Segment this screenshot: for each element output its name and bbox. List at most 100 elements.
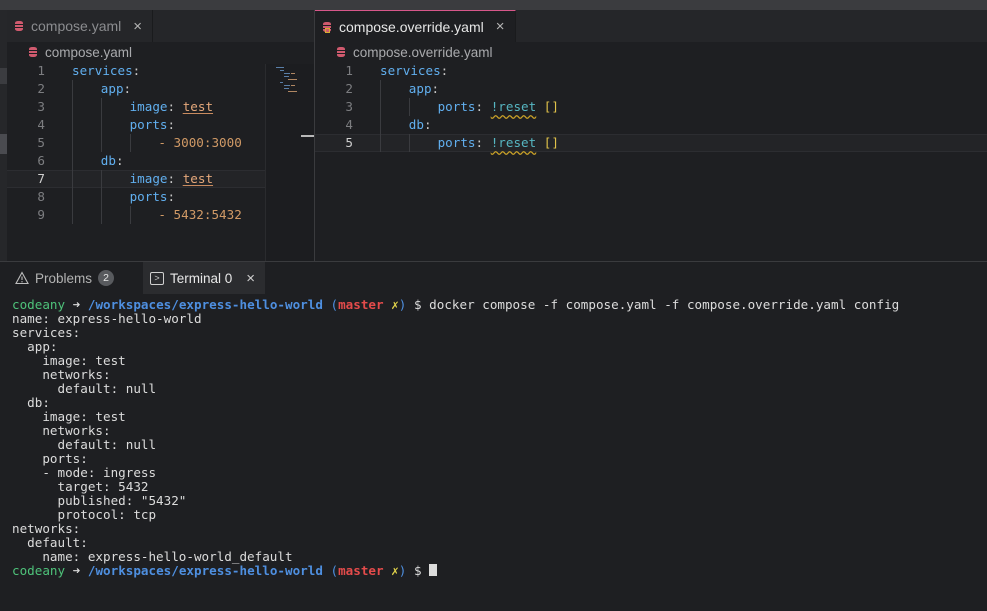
line-number: 9 [37,207,45,222]
line-number: 4 [345,117,353,132]
code-line: 3 ports: !reset [] [315,98,987,116]
line-number: 5 [37,135,45,150]
close-icon[interactable]: × [133,18,142,35]
prompt-dirty-marker: ✗ [391,563,399,578]
tab-terminal[interactable]: > Terminal 0 × [143,262,265,294]
terminal-output-line: networks: [12,367,111,382]
code-text: db: [101,152,124,170]
terminal-command: docker compose -f compose.yaml -f compos… [429,297,900,312]
indent-guide [72,206,73,224]
terminal-output-line: image: test [12,409,126,424]
terminal-output-line: target: 5432 [12,479,149,494]
code-text: - 5432:5432 [158,206,241,224]
line-number: 7 [37,171,45,186]
editor-tabs-left: compose.yaml × [7,10,314,42]
prompt-paren: ) [398,563,407,578]
prompt-paren: ( [330,297,339,312]
prompt-user: codeany [12,297,66,312]
terminal-output[interactable]: codeany ➜ /workspaces/express-hello-worl… [12,298,899,578]
bottom-panel: Problems 2 > Terminal 0 × codeany ➜ /wor… [0,261,987,611]
minimap[interactable] [265,64,314,261]
indent-guide [72,116,73,134]
line-number: 3 [37,99,45,114]
editor-group-right: compose.override.yaml × compose.override… [315,10,987,261]
tab-problems[interactable]: Problems 2 [15,262,115,294]
yaml-value: test [182,171,214,186]
terminal-output-line: app: [12,339,58,354]
terminal-output-line: name: express-hello-world_default [12,549,293,564]
window-top-strip [0,0,987,10]
yaml-colon: : [167,189,176,204]
yaml-key: ports [437,135,476,150]
editor-tabs-right: compose.override.yaml × [315,10,987,42]
code-text: services: [72,62,140,80]
indent-guide [72,134,73,152]
panel-tabs: Problems 2 > Terminal 0 × [0,262,987,294]
yaml-key: ports [437,99,476,114]
terminal-cursor [429,564,438,576]
terminal-output-line: default: null [12,381,157,396]
yaml-tag: !reset [490,135,537,150]
problems-count-badge: 2 [98,270,115,286]
yaml-value: test [182,99,214,114]
tab-compose-override-yaml[interactable]: compose.override.yaml × [315,10,516,42]
editor-group-left: compose.yaml × compose.yaml 1 services: 2 a… [7,10,314,261]
code-text: db: [409,116,432,134]
code-line: 4 db: [315,116,987,134]
line-number: 2 [345,81,353,96]
indent-guide [100,134,102,152]
terminal-icon: > [150,271,164,285]
indent-guide [380,116,381,134]
yaml-list-item: - 5432:5432 [158,207,242,222]
line-number: 5 [345,135,353,150]
yaml-colon: : [167,171,176,186]
indent-guide [100,188,102,206]
yaml-key: image [129,171,168,186]
terminal-prompt-line: codeany ➜ /workspaces/express-hello-worl… [12,298,899,312]
code-text: app: [101,80,131,98]
line-number: 1 [345,63,353,78]
code-text: - 3000:3000 [158,134,241,152]
yaml-key: image [129,99,168,114]
code-line: 5 ports: !reset [] [315,134,987,152]
indent-guide [72,170,73,188]
yaml-key: db [408,117,424,132]
tab-label: compose.yaml [31,18,122,34]
yaml-colon: : [123,81,132,96]
indent-guide [72,80,73,98]
warning-icon [15,271,29,285]
breadcrumb[interactable]: compose.yaml [7,42,314,62]
yaml-tag: !reset [490,99,537,114]
breadcrumb[interactable]: compose.override.yaml [315,42,987,62]
indent-guide [129,134,131,152]
terminal-prompt-line: codeany ➜ /workspaces/express-hello-worl… [12,564,899,578]
indent-guide [100,206,102,224]
tab-label: compose.override.yaml [339,18,484,35]
breadcrumb-label: compose.yaml [45,44,133,60]
terminal-output-line: image: test [12,353,126,368]
left-gutter [0,10,7,261]
code-text: image: test [130,98,213,116]
terminal-output-line: networks: [12,423,111,438]
breadcrumb-label: compose.override.yaml [353,44,493,60]
code-line: 2 app: [315,80,987,98]
terminal-output-line: name: express-hello-world [12,311,202,326]
code-editor-right[interactable]: 1 services: 2 app: 3 ports: !reset [] 4 db: 5 por… [315,62,987,152]
yaml-key: services [72,63,133,78]
close-icon[interactable]: × [496,18,505,35]
close-icon[interactable]: × [246,270,255,287]
indent-guide [72,152,73,170]
yaml-colon: : [423,117,432,132]
indent-guide [408,98,410,116]
terminal-output-line: ports: [12,451,88,466]
line-number: 4 [37,117,45,132]
prompt-branch: master [338,297,384,312]
line-number: 1 [37,63,45,78]
code-text: ports: [130,116,176,134]
code-text: ports: !reset [] [438,98,559,116]
scrollbar-thumb[interactable] [301,135,314,137]
tab-compose-yaml[interactable]: compose.yaml × [7,10,154,42]
yaml-key: app [408,81,432,96]
yaml-colon: : [167,99,176,114]
prompt-path: /workspaces/express-hello-world [87,563,323,578]
